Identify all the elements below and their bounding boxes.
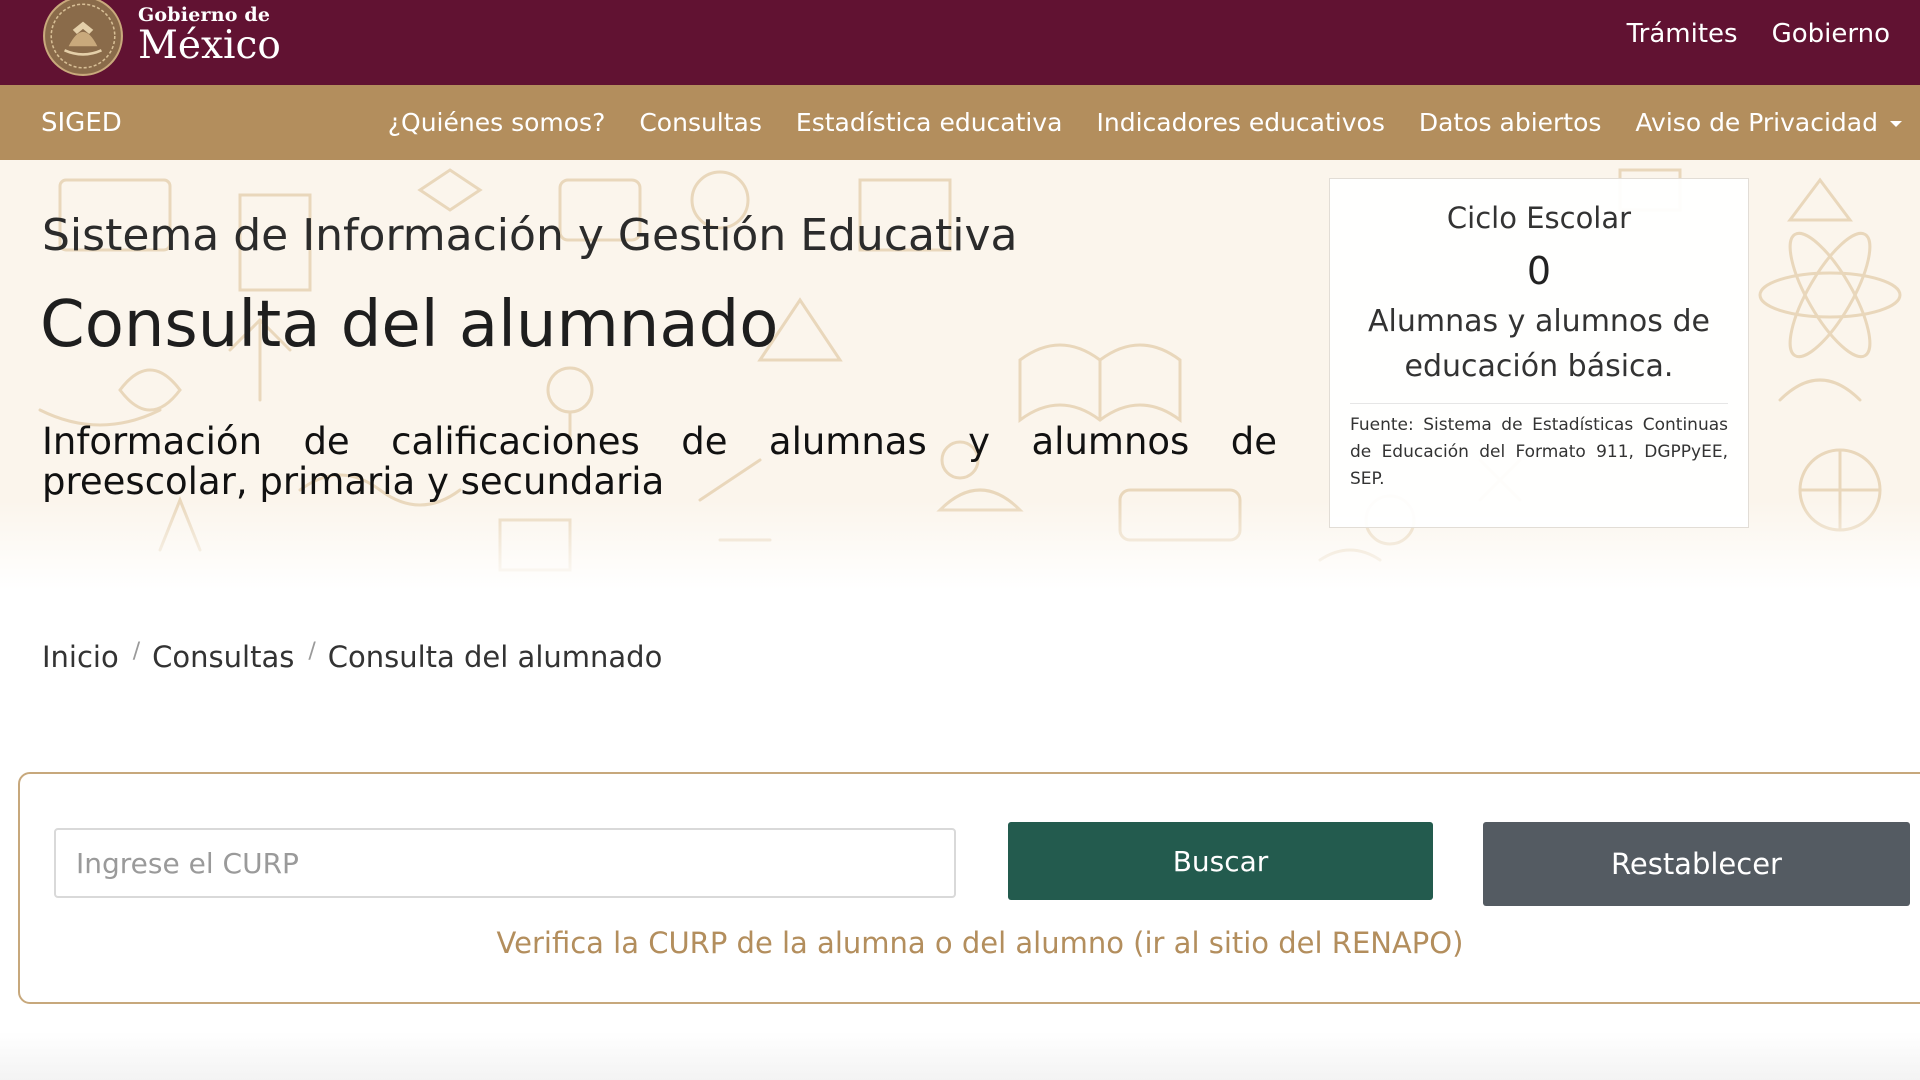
enrollment-stat-card: Ciclo Escolar 0 Alumnas y alumnos de edu… bbox=[1329, 178, 1749, 528]
nav-item-datos-abiertos[interactable]: Datos abiertos bbox=[1419, 108, 1602, 137]
page-title: Consulta del alumnado bbox=[40, 288, 779, 362]
coat-of-arms-icon bbox=[43, 0, 123, 76]
nav-item-indicadores[interactable]: Indicadores educativos bbox=[1096, 108, 1384, 137]
gov-links: Trámites Gobierno bbox=[1627, 19, 1890, 49]
nav-menu: ¿Quiénes somos? Consultas Estadística ed… bbox=[354, 108, 1920, 137]
stat-source: Fuente: Sistema de Estadísticas Continua… bbox=[1350, 415, 1728, 489]
nav-item-aviso-label: Aviso de Privacidad bbox=[1635, 108, 1878, 137]
breadcrumb-current: Consulta del alumnado bbox=[327, 640, 663, 674]
gov-link-gobierno[interactable]: Gobierno bbox=[1772, 19, 1890, 49]
caret-down-icon bbox=[1890, 121, 1902, 127]
reset-button[interactable]: Restablecer bbox=[1483, 822, 1910, 906]
stat-count: 0 bbox=[1526, 249, 1552, 293]
system-subtitle: Sistema de Información y Gestión Educati… bbox=[42, 210, 1018, 261]
nav-item-quienes-somos[interactable]: ¿Quiénes somos? bbox=[388, 108, 606, 137]
renapo-verify-link[interactable]: Verifica la CURP de la alumna o del alum… bbox=[497, 926, 1464, 960]
breadcrumb-separator: / bbox=[308, 638, 316, 664]
gov-header: Gobierno de México Trámites Gobierno bbox=[0, 0, 1920, 85]
stat-cycle-label: Ciclo Escolar bbox=[1446, 201, 1632, 235]
hero-banner: Sistema de Información y Gestión Educati… bbox=[0, 160, 1920, 590]
secondary-nav: SIGED ¿Quiénes somos? Consultas Estadíst… bbox=[0, 85, 1920, 160]
stat-caption: Alumnas y alumnos de educación básica. bbox=[1368, 304, 1710, 384]
page-bottom-shade bbox=[0, 1032, 1920, 1080]
stat-divider bbox=[1350, 403, 1728, 404]
breadcrumb-consultas[interactable]: Consultas bbox=[152, 640, 294, 674]
gov-wordmark-big: México bbox=[138, 23, 281, 68]
breadcrumb: Inicio / Consultas / Consulta del alumna… bbox=[42, 638, 663, 675]
search-button[interactable]: Buscar bbox=[1008, 822, 1433, 900]
gov-link-tramites[interactable]: Trámites bbox=[1627, 19, 1738, 49]
curp-search-panel: Buscar Restablecer Verifica la CURP de l… bbox=[18, 772, 1920, 1004]
renapo-link-row: Verifica la CURP de la alumna o del alum… bbox=[20, 926, 1920, 960]
gov-wordmark: Gobierno de México bbox=[138, 6, 281, 68]
nav-item-aviso-privacidad[interactable]: Aviso de Privacidad bbox=[1635, 108, 1902, 137]
nav-brand-siged[interactable]: SIGED bbox=[41, 108, 122, 138]
breadcrumb-separator: / bbox=[132, 638, 141, 664]
gov-logo-link[interactable]: Gobierno de México bbox=[42, 0, 281, 77]
page-description: Información de calificaciones de alumnas… bbox=[42, 420, 1277, 503]
breadcrumb-inicio[interactable]: Inicio bbox=[42, 640, 119, 674]
curp-input[interactable] bbox=[54, 828, 956, 898]
nav-item-estadistica[interactable]: Estadística educativa bbox=[796, 108, 1063, 137]
nav-item-consultas[interactable]: Consultas bbox=[639, 108, 762, 137]
